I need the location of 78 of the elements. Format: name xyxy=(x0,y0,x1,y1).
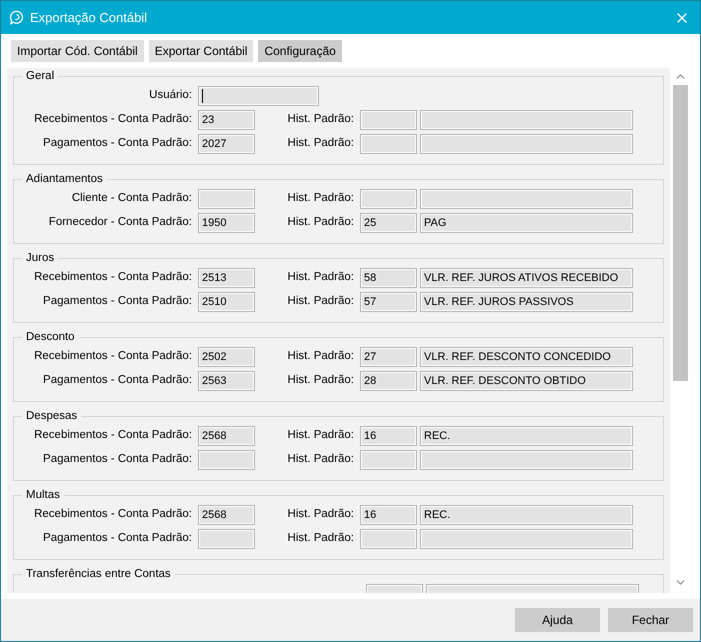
field-label: Hist. Padrão: xyxy=(286,191,355,206)
account-field[interactable]: 2568 xyxy=(198,505,255,525)
history-description-field[interactable] xyxy=(420,134,633,154)
account-field[interactable] xyxy=(198,450,255,470)
field-label: Hist. Padrão: xyxy=(286,112,355,128)
account-field[interactable]: 2510 xyxy=(198,292,255,312)
field-label: Recebimentos - Conta Padrão: xyxy=(33,349,193,364)
history-code-field[interactable]: 57 xyxy=(360,292,417,312)
group-title: Juros xyxy=(25,251,56,265)
account-field[interactable]: 23 xyxy=(198,110,255,130)
history-description-field[interactable]: VLR. REF. DESCONTO OBTIDO xyxy=(420,371,633,391)
field-label: Recebimentos - Conta Padrão: xyxy=(33,270,193,286)
field-label: Hist. Padrão: xyxy=(286,215,355,230)
history-description-field[interactable]: REC. xyxy=(420,426,633,446)
history-code-field[interactable] xyxy=(360,529,417,549)
account-field[interactable] xyxy=(198,189,255,209)
history-description-field[interactable]: VLR. REF. JUROS PASSIVOS xyxy=(420,292,633,312)
account-field[interactable]: 2568 xyxy=(198,426,255,446)
field-label: Hist. Padrão: xyxy=(286,507,355,522)
field-label: Pagamentos - Conta Padrão: xyxy=(42,452,193,468)
tab[interactable]: Exportar Contábil xyxy=(148,40,254,62)
field-label: Recebimentos - Conta Padrão: xyxy=(33,428,193,444)
history-code-field[interactable] xyxy=(360,189,417,209)
field-label: Pagamentos - Conta Padrão: xyxy=(42,531,193,546)
history-description-field[interactable] xyxy=(420,529,633,549)
group-title: Adiantamentos xyxy=(25,172,104,186)
history-description-field[interactable] xyxy=(420,450,633,470)
history-code-field[interactable]: 16 xyxy=(360,426,417,446)
window-title: Exportação Contábil xyxy=(30,8,148,27)
field-label: Recebimentos - Conta Padrão: xyxy=(33,112,193,128)
history-code-field[interactable]: 58 xyxy=(360,268,417,288)
group-title: Despesas xyxy=(25,409,78,423)
history-description-field[interactable]: VLR. REF. DESCONTO CONCEDIDO xyxy=(420,347,633,367)
field-label: Hist. Padrão: xyxy=(286,270,355,286)
field-label: Hist. Padrão: xyxy=(286,373,355,388)
history-code-field[interactable]: 27 xyxy=(360,347,417,367)
account-field[interactable] xyxy=(198,529,255,549)
field-label: Hist. Padrão: xyxy=(286,452,355,468)
group-title: Desconto xyxy=(25,330,76,344)
history-code-field[interactable] xyxy=(360,110,417,130)
field-label: Hist. Padrão: xyxy=(286,349,355,364)
history-code-field[interactable]: 28 xyxy=(360,371,417,391)
group-title: Multas xyxy=(25,488,61,502)
group-title: Geral xyxy=(25,69,56,83)
history-code-field[interactable] xyxy=(360,134,417,154)
group-title: Transferências entre Contas xyxy=(25,567,172,581)
chat-bubble-icon xyxy=(9,10,24,25)
dialog-button[interactable]: Fechar xyxy=(608,608,693,632)
field-label: Usuário: xyxy=(148,88,193,104)
field-label: Recebimentos - Conta Padrão: xyxy=(33,507,193,522)
account-field[interactable]: 2513 xyxy=(198,268,255,288)
user-field[interactable] xyxy=(198,86,319,106)
field-label: Pagamentos - Conta Padrão: xyxy=(42,373,193,388)
field-label: Hist. Padrão: xyxy=(286,294,355,310)
tab[interactable]: Importar Cód. Contábil xyxy=(11,40,144,62)
field-label: Pagamentos - Conta Padrão: xyxy=(42,294,193,310)
field-label: Cliente - Conta Padrão: xyxy=(70,191,193,206)
tab[interactable]: Configuração xyxy=(258,40,342,62)
field-label: Hist. Padrão: xyxy=(286,136,355,152)
field-label: Hist. Padrão: xyxy=(286,428,355,444)
field-label: Hist. Padrão: xyxy=(286,531,355,546)
field-label: Pagamentos - Conta Padrão: xyxy=(42,136,193,152)
account-field[interactable]: 2563 xyxy=(198,371,255,391)
dialog-button[interactable]: Ajuda xyxy=(515,608,600,632)
history-code-field[interactable]: 16 xyxy=(360,505,417,525)
history-code-field[interactable] xyxy=(360,450,417,470)
field-label: Fornecedor - Conta Padrão: xyxy=(48,215,193,230)
history-code-field[interactable]: 25 xyxy=(360,213,417,233)
scroll-thumb[interactable] xyxy=(672,85,688,381)
history-description-field[interactable]: PAG xyxy=(420,213,633,233)
account-field[interactable]: 2502 xyxy=(198,347,255,367)
history-description-field[interactable] xyxy=(420,110,633,130)
text-cursor xyxy=(202,89,203,103)
history-description-field[interactable]: REC. xyxy=(420,505,633,525)
account-field[interactable]: 1950 xyxy=(198,213,255,233)
history-description-field[interactable]: VLR. REF. JUROS ATIVOS RECEBIDO xyxy=(420,268,633,288)
account-field[interactable]: 2027 xyxy=(198,134,255,154)
history-description-field[interactable] xyxy=(420,189,633,209)
